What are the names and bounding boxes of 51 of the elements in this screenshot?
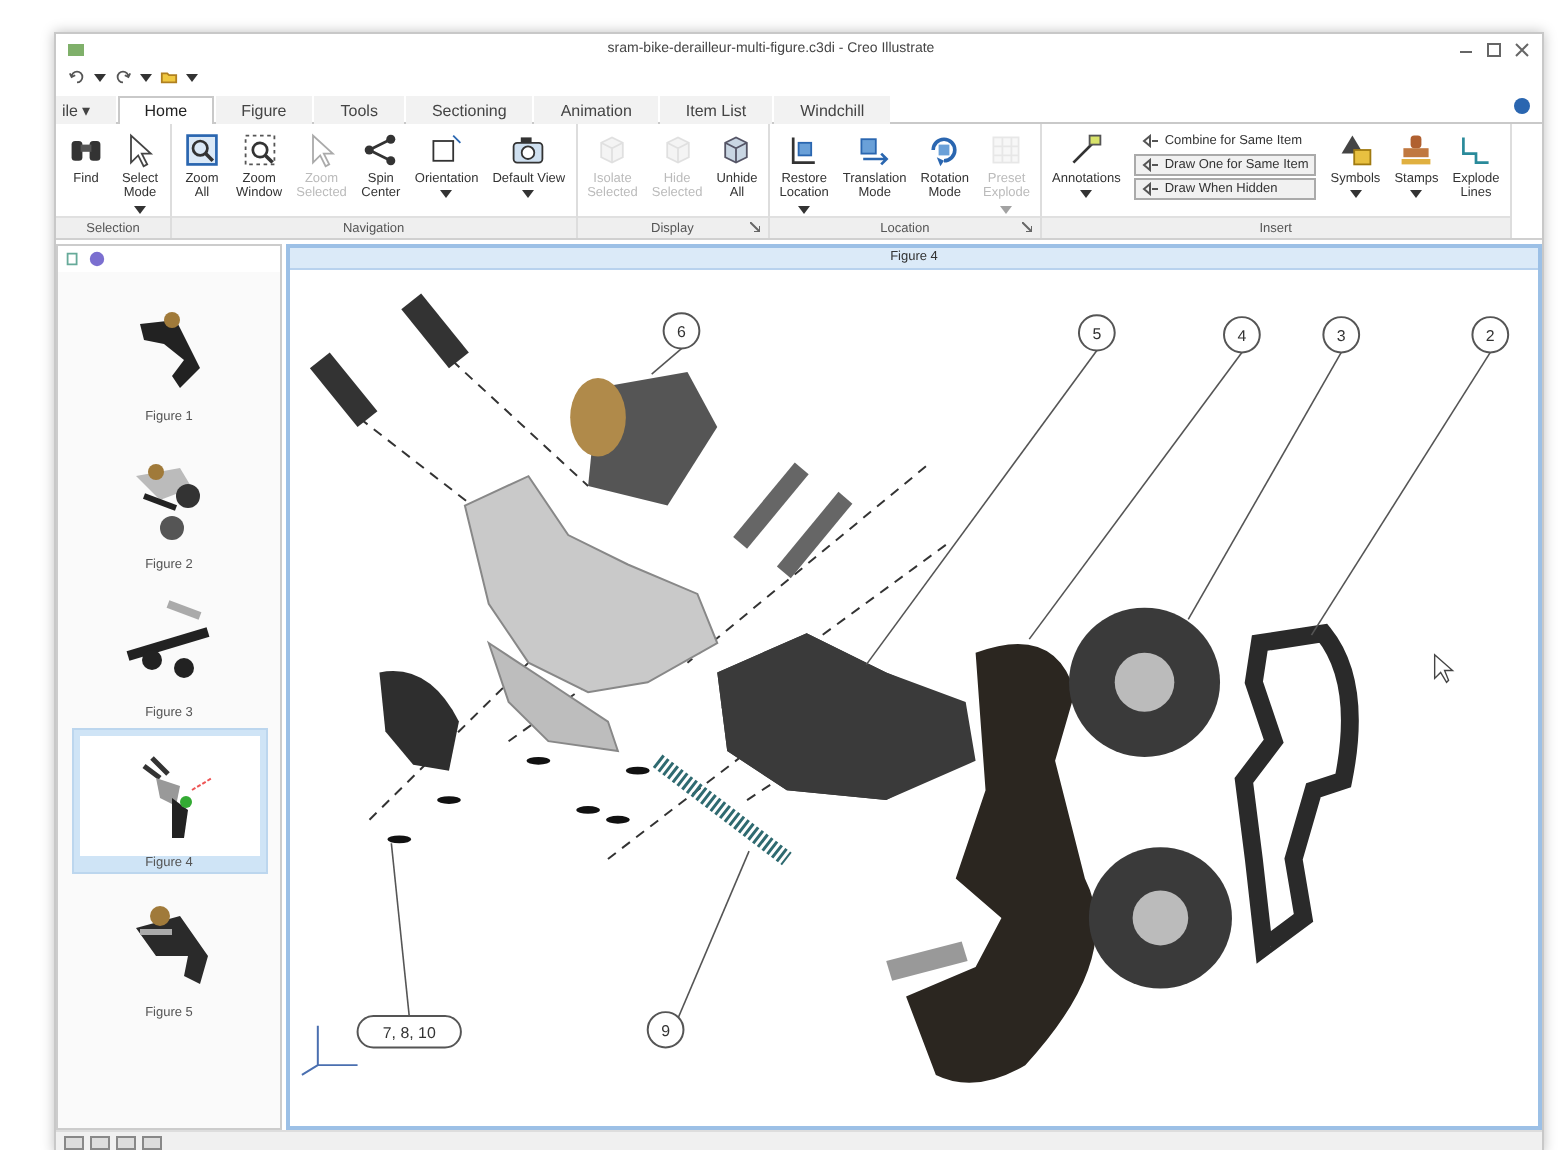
caret-icon (140, 73, 152, 81)
rotate-icon (926, 132, 963, 168)
dialog-launcher-icon[interactable] (1022, 222, 1033, 232)
ribbon-tab[interactable]: Item List (659, 96, 773, 124)
washer-drawing (526, 756, 551, 765)
washer-drawing (387, 835, 412, 844)
camera-icon (510, 132, 547, 168)
pin-drawing (776, 491, 853, 579)
maximize-icon[interactable] (1486, 41, 1502, 57)
caret-icon (94, 73, 106, 81)
stamp-icon (1398, 132, 1435, 168)
close-icon[interactable] (1514, 41, 1530, 57)
ribbon-tab[interactable]: Sectioning (405, 96, 533, 124)
magnifier-icon (241, 132, 278, 168)
ribbon-tab[interactable]: Windchill (774, 96, 891, 124)
node-graph-icon (362, 132, 399, 168)
washer-drawing (437, 796, 461, 804)
dialog-launcher-icon[interactable] (749, 222, 760, 232)
ribbon-tab[interactable]: Home (118, 96, 214, 124)
help-icon[interactable] (1514, 98, 1530, 114)
washer-drawing (576, 806, 600, 814)
ribbon-tab[interactable]: Figure (215, 96, 313, 124)
grid-icon (988, 132, 1025, 168)
leader-line (650, 347, 683, 375)
ribbon-tab[interactable]: Tools (314, 96, 404, 124)
draw-mode-icon (1142, 158, 1161, 172)
caret-icon (186, 73, 198, 81)
ribbon-tab[interactable]: ile ▾ (56, 96, 117, 124)
symbol-icon (1337, 132, 1374, 168)
cover-drawing (379, 671, 459, 771)
pin-drawing (733, 462, 809, 549)
draw-mode-icon (1142, 182, 1161, 196)
draw-mode-icon (1142, 134, 1161, 148)
mouse-cursor-icon (1433, 653, 1455, 684)
app-icon (68, 41, 84, 57)
bolt-drawing (309, 352, 378, 428)
sphere-tab-icon[interactable] (88, 250, 106, 268)
bolt-drawing (401, 293, 469, 369)
figures-tab-icon[interactable] (64, 250, 82, 268)
move-arrow-icon (856, 132, 893, 168)
pen-icon (1068, 132, 1105, 168)
axis-triad-icon (300, 1024, 359, 1076)
undo-icon[interactable] (68, 68, 86, 86)
ribbon-tab[interactable]: Animation (534, 96, 658, 124)
redo-icon[interactable] (114, 68, 132, 86)
washer-drawing (625, 766, 650, 775)
line-icon (1457, 132, 1494, 168)
folder-icon[interactable] (160, 68, 178, 86)
orientation-icon (428, 132, 465, 168)
magnifier-icon (184, 132, 220, 168)
washer-drawing (605, 815, 630, 824)
